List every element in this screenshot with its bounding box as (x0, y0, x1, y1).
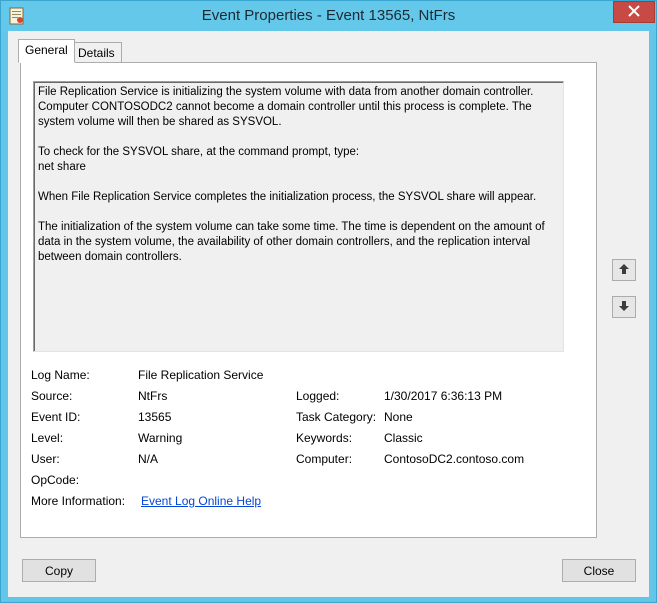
window-title: Event Properties - Event 13565, NtFrs (201, 7, 456, 24)
user-label: User: (31, 452, 60, 466)
event-log-online-help-link[interactable]: Event Log Online Help (141, 494, 261, 508)
description-paragraph: To check for the SYSVOL share, at the co… (38, 146, 360, 158)
opcode-label: OpCode: (31, 473, 80, 487)
arrow-up-icon (618, 263, 630, 278)
level-value: Warning (138, 431, 183, 445)
more-information-label: More Information: (31, 494, 126, 508)
log-name-label: Log Name: (31, 368, 90, 382)
copy-button[interactable]: Copy (22, 559, 96, 582)
keywords-label: Keywords: (296, 431, 353, 445)
tab-general-label: General (25, 43, 68, 57)
description-paragraph: The initialization of the system volume … (38, 221, 545, 263)
close-button[interactable]: Close (562, 559, 636, 582)
close-icon (628, 4, 640, 20)
event-description[interactable]: File Replication Service is initializing… (33, 81, 564, 352)
source-value: NtFrs (138, 389, 168, 403)
logged-label: Logged: (296, 389, 340, 403)
description-paragraph: File Replication Service is initializing… (38, 86, 534, 128)
logged-value: 1/30/2017 6:36:13 PM (384, 389, 503, 403)
event-properties-window: Event Properties - Event 13565, NtFrs Ge… (0, 0, 657, 603)
task-category-label: Task Category: (296, 410, 377, 424)
previous-event-button[interactable] (612, 259, 636, 281)
event-id-label: Event ID: (31, 410, 81, 424)
title-bar[interactable]: Event Properties - Event 13565, NtFrs (1, 1, 656, 31)
level-label: Level: (31, 431, 64, 445)
event-id-value: 13565 (138, 410, 172, 424)
user-value: N/A (138, 452, 159, 466)
next-event-button[interactable] (612, 296, 636, 318)
arrow-down-icon (618, 300, 630, 315)
task-category-value: None (384, 410, 413, 424)
computer-label: Computer: (296, 452, 353, 466)
dialog-client-area: General Details File Replication Service… (8, 31, 649, 597)
log-name-value: File Replication Service (138, 368, 264, 382)
keywords-value: Classic (384, 431, 423, 445)
tab-details[interactable]: Details (71, 42, 122, 64)
description-command: net share (38, 161, 86, 173)
tab-general[interactable]: General (18, 39, 75, 63)
computer-value: ContosoDC2.contoso.com (384, 452, 525, 466)
tab-details-label: Details (78, 46, 115, 60)
source-label: Source: (31, 389, 73, 403)
general-tab-panel: File Replication Service is initializing… (20, 62, 597, 538)
description-paragraph: When File Replication Service completes … (38, 191, 537, 203)
close-window-button[interactable] (613, 1, 655, 23)
